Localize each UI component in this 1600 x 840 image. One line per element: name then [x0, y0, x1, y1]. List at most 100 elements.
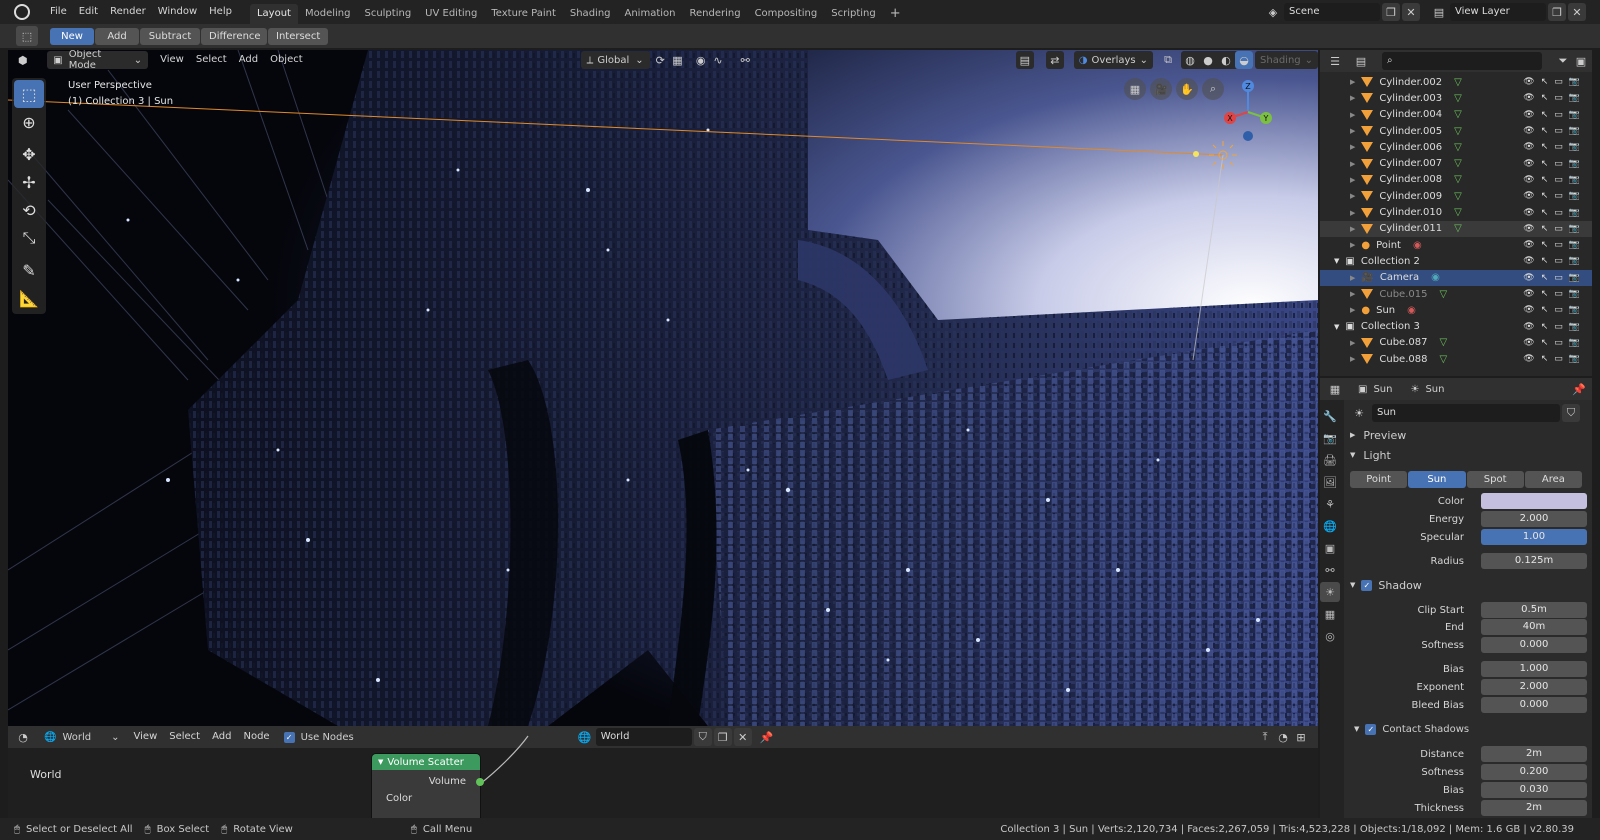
menu-window[interactable]: Window: [152, 1, 203, 23]
world-browse-icon[interactable]: 🌐: [576, 728, 594, 746]
view-layer-tab-icon[interactable]: 🖼: [1320, 472, 1340, 492]
eye-icon[interactable]: 👁: [1523, 240, 1534, 250]
render-camera-icon[interactable]: 📷: [1569, 224, 1580, 234]
expand-arrow-icon[interactable]: ▶: [1350, 143, 1355, 151]
light-browse-icon[interactable]: ☀: [1350, 404, 1368, 422]
falloff-icon[interactable]: ∿: [709, 51, 726, 69]
select-arrow-icon[interactable]: ↖: [1541, 191, 1549, 201]
light-color-swatch[interactable]: [1481, 493, 1587, 509]
render-camera-icon[interactable]: 📷: [1569, 191, 1580, 201]
render-camera-icon[interactable]: 📷: [1569, 208, 1580, 218]
mode-add-button[interactable]: Add: [95, 27, 139, 45]
preview-panel-header[interactable]: ▶ Preview: [1350, 426, 1406, 444]
expand-arrow-icon[interactable]: ▶: [1350, 111, 1355, 119]
contact-shadows-checkbox-icon[interactable]: ✓: [1365, 723, 1377, 735]
filter-icon[interactable]: ⏷: [1554, 52, 1572, 70]
pan-hand-icon[interactable]: ✋: [1176, 78, 1198, 100]
eye-icon[interactable]: 👁: [1523, 191, 1534, 201]
wireframe-shading-icon[interactable]: ◍: [1181, 51, 1199, 69]
new-scene-icon[interactable]: ❐: [1382, 3, 1400, 21]
pin-icon[interactable]: 📌: [1570, 380, 1588, 398]
viewport-disable-icon[interactable]: ▭: [1554, 224, 1563, 234]
add-workspace-icon[interactable]: +: [883, 4, 908, 24]
energy-field[interactable]: 2.000: [1481, 511, 1587, 527]
close-view-layer-icon[interactable]: ✕: [1568, 3, 1586, 21]
viewport-3d[interactable]: ⬢ ▣ Object Mode ⌄ View Select Add Object…: [8, 50, 1318, 726]
select-box-icon[interactable]: ⬚: [14, 80, 44, 108]
eye-icon[interactable]: 👁: [1523, 142, 1534, 152]
contact-shadows-header[interactable]: ▼ ✓ Contact Shadows: [1354, 720, 1469, 738]
light-type-spot-button[interactable]: Spot: [1466, 471, 1524, 488]
expand-arrow-icon[interactable]: ▶: [1350, 160, 1355, 168]
eye-icon[interactable]: 👁: [1523, 175, 1534, 185]
viewport-disable-icon[interactable]: ▭: [1554, 305, 1563, 315]
shadow-bias-field[interactable]: 1.000: [1481, 661, 1587, 677]
rendered-shading-icon[interactable]: ◒: [1235, 51, 1254, 69]
constraints-tab-icon[interactable]: ⚯: [1320, 560, 1340, 580]
scene-tab-icon[interactable]: ⚘: [1320, 494, 1340, 514]
outliner-item[interactable]: ▶ Cylinder.005 ▽ 👁 ↖ ▭ 📷: [1320, 123, 1592, 139]
contact-bias-field[interactable]: 0.030: [1481, 782, 1587, 798]
texture-tab-icon[interactable]: ▦: [1320, 604, 1340, 624]
menu-edit[interactable]: Edit: [73, 1, 104, 23]
solid-shading-icon[interactable]: ●: [1199, 51, 1217, 69]
thickness-field[interactable]: 2m: [1481, 800, 1587, 816]
render-camera-icon[interactable]: 📷: [1569, 110, 1580, 120]
menu-render[interactable]: Render: [104, 1, 152, 23]
select-arrow-icon[interactable]: ↖: [1541, 354, 1549, 364]
viewport-disable-icon[interactable]: ▭: [1554, 142, 1563, 152]
clip-start-field[interactable]: 0.5m: [1481, 602, 1587, 618]
outliner-item[interactable]: ▶ Cylinder.002 ▽ 👁 ↖ ▭ 📷: [1320, 74, 1592, 90]
viewport-disable-icon[interactable]: ▭: [1554, 338, 1563, 348]
select-arrow-icon[interactable]: ↖: [1541, 224, 1549, 234]
expand-arrow-icon[interactable]: ▼: [1334, 323, 1339, 331]
world-tab-icon[interactable]: 🌐: [1320, 516, 1340, 536]
outliner-item[interactable]: ▶ 🎥 Camera ◉ 👁 ↖ ▭ 📷: [1320, 269, 1592, 286]
expand-arrow-icon[interactable]: ▼: [1334, 257, 1339, 265]
node-editor[interactable]: ◔ 🌐 World ⌄ View Select Add Node ✓ Use N…: [8, 726, 1318, 818]
fake-user-icon[interactable]: ⛉: [1562, 404, 1580, 422]
duplicate-icon[interactable]: ❐: [713, 728, 732, 746]
node-menu-view[interactable]: View: [128, 726, 164, 748]
distance-field[interactable]: 2m: [1481, 746, 1587, 762]
new-view-layer-icon[interactable]: ❐: [1548, 3, 1566, 21]
render-camera-icon[interactable]: 📷: [1569, 159, 1580, 169]
viewport-disable-icon[interactable]: ▭: [1554, 256, 1563, 266]
xray-icon[interactable]: ⧉: [1159, 51, 1177, 69]
select-arrow-icon[interactable]: ↖: [1541, 273, 1549, 283]
tab-compositing[interactable]: Compositing: [748, 4, 825, 24]
expand-arrow-icon[interactable]: ▶: [1350, 225, 1355, 233]
viewport-disable-icon[interactable]: ▭: [1554, 354, 1563, 364]
shadow-panel-header[interactable]: ▼ ✓ Shadow: [1350, 576, 1422, 594]
light-panel-header[interactable]: ▼ Light: [1350, 446, 1391, 464]
unlink-icon[interactable]: ✕: [733, 728, 752, 746]
tab-layout[interactable]: Layout: [249, 4, 298, 24]
node-editor-type-icon[interactable]: ◔: [14, 728, 32, 746]
eye-icon[interactable]: 👁: [1523, 93, 1534, 103]
outliner-item[interactable]: ▶ Cylinder.008 ▽ 👁 ↖ ▭ 📷: [1320, 172, 1592, 188]
proportional-edit-icon[interactable]: ◉: [692, 51, 709, 69]
viewport-disable-icon[interactable]: ▭: [1554, 93, 1563, 103]
outliner-item[interactable]: ▶ Cylinder.010 ▽ 👁 ↖ ▭ 📷: [1320, 204, 1592, 220]
node-header[interactable]: ▼ Volume Scatter: [372, 754, 480, 770]
select-arrow-icon[interactable]: ↖: [1541, 142, 1549, 152]
eye-icon[interactable]: 👁: [1523, 289, 1534, 299]
render-camera-icon[interactable]: 📷: [1569, 93, 1580, 103]
output-tab-icon[interactable]: 🖨: [1320, 450, 1340, 470]
close-scene-icon[interactable]: ✕: [1402, 3, 1420, 21]
viewport-disable-icon[interactable]: ▭: [1554, 240, 1563, 250]
outliner-item[interactable]: ▶ Cylinder.007 ▽ 👁 ↖ ▭ 📷: [1320, 155, 1592, 171]
overlays-dropdown[interactable]: ◑ Overlays ⌄: [1073, 51, 1154, 69]
new-collection-icon[interactable]: ▣: [1572, 52, 1590, 70]
camera-view-icon[interactable]: 🎥: [1150, 78, 1172, 100]
viewport-menu-select[interactable]: Select: [190, 50, 233, 71]
measure-icon[interactable]: 📐: [14, 284, 44, 312]
expand-arrow-icon[interactable]: ▶: [1350, 306, 1355, 314]
move-icon[interactable]: ✥: [14, 140, 44, 168]
mode-difference-button[interactable]: Difference: [201, 27, 267, 45]
world-name-field[interactable]: World: [595, 728, 692, 746]
select-arrow-icon[interactable]: ↖: [1541, 110, 1549, 120]
radius-field[interactable]: 0.125m: [1481, 553, 1587, 569]
translate-icon[interactable]: ✢: [14, 168, 44, 196]
snap-icon[interactable]: ▦: [669, 51, 686, 69]
